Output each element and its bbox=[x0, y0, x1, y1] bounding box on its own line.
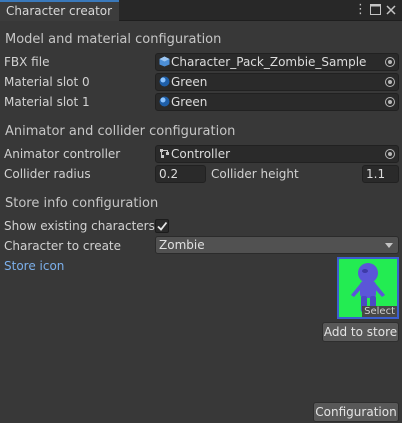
store-icon-label: Store icon bbox=[4, 259, 65, 273]
fbx-file-label: FBX file bbox=[4, 55, 50, 69]
fbx-file-value: Character_Pack_Zombie_Sample bbox=[171, 55, 367, 69]
maximize-icon[interactable] bbox=[370, 2, 381, 20]
collider-radius-input[interactable]: 0.2 bbox=[155, 165, 206, 183]
model-section-title: Model and material configuration bbox=[5, 32, 222, 47]
animator-controller-icon bbox=[160, 149, 169, 158]
material-slot-0-label: Material slot 0 bbox=[4, 75, 90, 89]
material-slot-1-value: Green bbox=[171, 95, 208, 109]
fbx-file-field[interactable]: Character_Pack_Zombie_Sample bbox=[155, 53, 399, 71]
material-slot-1-field[interactable]: Green bbox=[155, 93, 399, 111]
checkmark-icon bbox=[157, 221, 168, 231]
store-icon-thumbnail[interactable]: Select bbox=[337, 257, 399, 319]
material-icon bbox=[159, 76, 170, 87]
chevron-down-icon bbox=[385, 243, 393, 248]
show-existing-checkbox[interactable] bbox=[155, 219, 169, 233]
close-icon[interactable] bbox=[386, 2, 396, 20]
tab-character-creator[interactable]: Character creator bbox=[0, 0, 119, 21]
configuration-button[interactable]: Configuration bbox=[313, 402, 399, 422]
tab-bar: Character creator ⋮ bbox=[0, 0, 402, 21]
object-picker-icon[interactable] bbox=[385, 149, 395, 159]
character-to-create-value: Zombie bbox=[159, 238, 205, 252]
tab-title: Character creator bbox=[6, 4, 113, 18]
mesh-icon bbox=[159, 56, 170, 67]
collider-radius-label: Collider radius bbox=[4, 167, 91, 181]
animator-controller-label: Animator controller bbox=[4, 147, 121, 161]
animator-controller-field[interactable]: Controller bbox=[155, 145, 399, 163]
material-slot-0-value: Green bbox=[171, 75, 208, 89]
character-to-create-label: Character to create bbox=[4, 239, 122, 253]
store-section-title: Store info configuration bbox=[5, 196, 159, 211]
animator-section-title: Animator and collider configuration bbox=[5, 124, 236, 139]
add-to-store-button[interactable]: Add to store bbox=[322, 322, 399, 342]
object-picker-icon[interactable] bbox=[385, 77, 395, 87]
animator-controller-value: Controller bbox=[171, 147, 231, 161]
collider-height-input[interactable]: 1.1 bbox=[362, 165, 399, 183]
show-existing-label: Show existing characters bbox=[4, 219, 155, 233]
material-slot-1-label: Material slot 1 bbox=[4, 95, 90, 109]
character-to-create-dropdown[interactable]: Zombie bbox=[155, 236, 399, 254]
material-icon bbox=[159, 96, 170, 107]
collider-height-label: Collider height bbox=[211, 167, 299, 181]
object-picker-icon[interactable] bbox=[385, 57, 395, 67]
thumbnail-select-button[interactable]: Select bbox=[362, 306, 397, 317]
kebab-menu-icon[interactable]: ⋮ bbox=[354, 2, 367, 18]
material-slot-0-field[interactable]: Green bbox=[155, 73, 399, 91]
object-picker-icon[interactable] bbox=[385, 97, 395, 107]
